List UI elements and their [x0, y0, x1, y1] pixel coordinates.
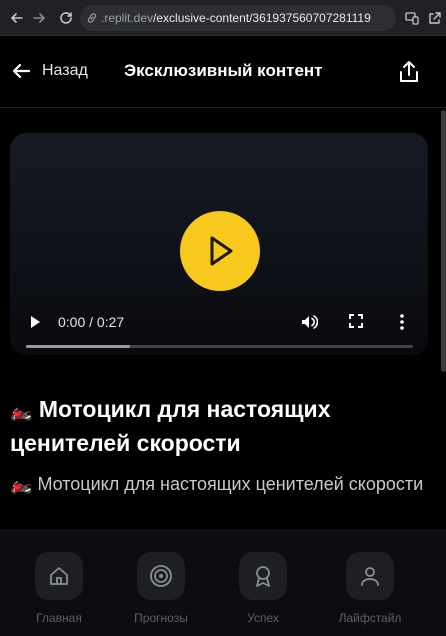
- browser-cast-button[interactable]: [401, 7, 423, 29]
- url-domain: .replit.dev: [101, 11, 154, 25]
- post-title: 🏍️ Мотоцикл для настоящих ценителей скор…: [10, 393, 430, 459]
- volume-icon: [302, 315, 319, 329]
- nav-item-lifestyle[interactable]: Лайфстайл: [330, 552, 410, 625]
- devices-icon: [405, 12, 419, 25]
- browser-toolbar: .replit.dev/exclusive-content/3619375607…: [0, 0, 446, 36]
- play-icon: [210, 236, 233, 266]
- home-icon: [50, 567, 68, 585]
- address-bar[interactable]: .replit.dev/exclusive-content/3619375607…: [80, 5, 396, 31]
- page-title: Эксклюзивный контент: [124, 61, 323, 80]
- fullscreen-button[interactable]: [348, 313, 364, 334]
- share-button[interactable]: [396, 58, 422, 86]
- volume-button[interactable]: [300, 313, 319, 336]
- browser-forward-button[interactable]: [28, 7, 50, 29]
- nav-label: Прогнозы: [134, 611, 188, 625]
- video-progress-bar[interactable]: [26, 345, 413, 348]
- fullscreen-icon: [349, 314, 363, 328]
- nav-icon-container: [137, 552, 185, 600]
- share-icon: [400, 61, 418, 82]
- motorcycle-icon: 🏍️: [10, 474, 33, 494]
- video-progress-fill: [26, 345, 131, 348]
- external-link-icon: [429, 12, 441, 24]
- back-label: Назад: [42, 62, 88, 79]
- nav-icon-container: [346, 552, 394, 600]
- post-description-text: Мотоцикл для настоящих ценителей скорост…: [37, 474, 424, 494]
- arrow-left-icon: [11, 13, 23, 23]
- video-play-control[interactable]: [28, 314, 42, 335]
- browser-reload-button[interactable]: [55, 7, 77, 29]
- arrow-right-icon: [33, 13, 45, 23]
- nav-label: Успех: [247, 611, 279, 625]
- browser-open-external-button[interactable]: [424, 7, 446, 29]
- post-title-text: Мотоцикл для настоящих ценителей скорост…: [10, 396, 331, 456]
- big-play-button[interactable]: [180, 211, 260, 291]
- link-icon: [86, 12, 98, 24]
- more-vertical-icon: [400, 314, 404, 330]
- target-icon: [150, 565, 172, 587]
- bottom-navigation: Главная Прогнозы Успех Лайфстайл: [0, 530, 446, 636]
- nav-item-success[interactable]: Успех: [223, 552, 303, 625]
- reload-icon: [60, 12, 72, 24]
- video-time: 0:00 / 0:27: [58, 314, 125, 330]
- play-icon: [31, 316, 40, 328]
- video-player[interactable]: 0:00 / 0:27: [10, 133, 428, 355]
- nav-item-home[interactable]: Главная: [19, 552, 99, 625]
- nav-icon-container: [239, 552, 287, 600]
- nav-label: Главная: [36, 611, 82, 625]
- browser-back-button[interactable]: [6, 7, 28, 29]
- motorcycle-icon: 🏍️: [10, 401, 33, 421]
- award-icon: [256, 566, 270, 587]
- arrow-left-icon: [12, 63, 31, 79]
- nav-label: Лайфстайл: [338, 611, 402, 625]
- back-button[interactable]: Назад: [10, 60, 88, 82]
- scrollbar[interactable]: [441, 110, 446, 372]
- more-options-button[interactable]: [398, 313, 406, 336]
- post-description: 🏍️ Мотоцикл для настоящих ценителей скор…: [10, 470, 430, 498]
- app-header: Назад Эксклюзивный контент: [0, 36, 446, 108]
- url-path: /exclusive-content/361937560707281119: [153, 11, 371, 25]
- nav-item-forecasts[interactable]: Прогнозы: [121, 552, 201, 625]
- nav-icon-container: [35, 552, 83, 600]
- user-icon: [361, 567, 379, 586]
